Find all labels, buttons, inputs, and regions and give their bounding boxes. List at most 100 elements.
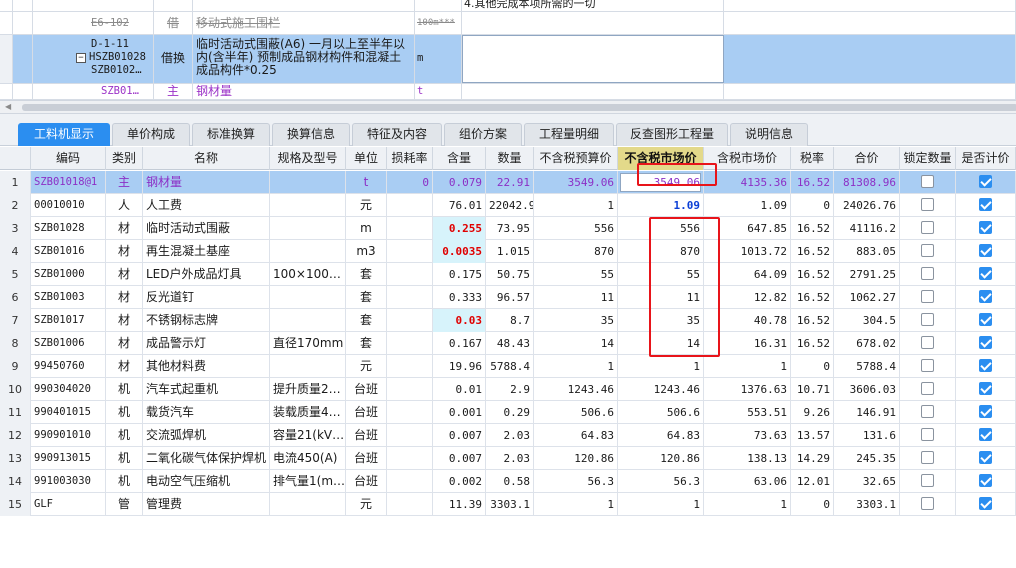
priced-checkbox[interactable] bbox=[979, 428, 992, 441]
unit-cell[interactable]: m bbox=[415, 35, 462, 83]
cell-tax-market-price[interactable]: 73.63 bbox=[704, 424, 791, 447]
cell-tax-market-price[interactable]: 1013.72 bbox=[704, 240, 791, 263]
scrollbar-thumb[interactable] bbox=[22, 104, 1016, 111]
type-cell[interactable]: 借换 bbox=[154, 35, 193, 83]
lock-checkbox[interactable] bbox=[921, 267, 934, 280]
cell-unit[interactable]: 元 bbox=[346, 355, 387, 378]
cell-loss-rate[interactable] bbox=[387, 378, 433, 401]
cell-category[interactable]: 材 bbox=[106, 263, 143, 286]
cell-category[interactable]: 机 bbox=[106, 401, 143, 424]
extra-cell[interactable] bbox=[724, 0, 1016, 11]
lock-checkbox[interactable] bbox=[921, 497, 934, 510]
cell-category[interactable]: 材 bbox=[106, 240, 143, 263]
tab-conversion-info[interactable]: 换算信息 bbox=[272, 123, 350, 146]
cell-loss-rate[interactable] bbox=[387, 263, 433, 286]
cell-spec[interactable]: 提升质量2… bbox=[270, 378, 346, 401]
cell-budget-price[interactable]: 556 bbox=[534, 217, 618, 240]
cell-total[interactable]: 32.65 bbox=[834, 470, 900, 493]
work-content-cell[interactable]: 4.其他完成本项所需的一切 bbox=[462, 0, 724, 11]
priced-checkbox[interactable] bbox=[979, 313, 992, 326]
tab-pricing-plan[interactable]: 组价方案 bbox=[444, 123, 522, 146]
lock-checkbox[interactable] bbox=[921, 198, 934, 211]
header-category[interactable]: 类别 bbox=[106, 147, 143, 170]
cell-tax-rate[interactable]: 16.52 bbox=[791, 286, 834, 309]
code-cell[interactable] bbox=[33, 0, 154, 11]
cell-code[interactable]: GLF bbox=[31, 493, 106, 516]
cell-category[interactable]: 机 bbox=[106, 378, 143, 401]
cell-quantity[interactable]: 2.9 bbox=[486, 378, 534, 401]
cell-market-price[interactable]: 64.83 bbox=[618, 424, 704, 447]
cell-budget-price[interactable]: 64.83 bbox=[534, 424, 618, 447]
cell-budget-price[interactable]: 35 bbox=[534, 309, 618, 332]
cell-code[interactable]: SZB01028 bbox=[31, 217, 106, 240]
cell-spec[interactable] bbox=[270, 240, 346, 263]
cell-code[interactable]: SZB01003 bbox=[31, 286, 106, 309]
cell-tax-market-price[interactable]: 4135.36 bbox=[704, 171, 791, 194]
lock-checkbox[interactable] bbox=[921, 382, 934, 395]
cell-loss-rate[interactable] bbox=[387, 447, 433, 470]
cell-tax-rate[interactable]: 16.52 bbox=[791, 332, 834, 355]
table-row[interactable]: 9 99450760 材其他材料费元 19.96 5788.4 1 1 1 0 5788.4 bbox=[0, 355, 1016, 378]
cell-tax-rate[interactable]: 16.52 bbox=[791, 217, 834, 240]
cell-unit[interactable]: 套 bbox=[346, 286, 387, 309]
cell-name[interactable]: 其他材料费 bbox=[143, 355, 270, 378]
cell-loss-rate[interactable] bbox=[387, 424, 433, 447]
cell-unit[interactable]: 套 bbox=[346, 309, 387, 332]
cell-category[interactable]: 材 bbox=[106, 217, 143, 240]
definition-row[interactable]: 4.其他完成本项所需的一切 bbox=[0, 0, 1016, 12]
table-row[interactable]: 2 00010010 人人工费元 76.01 22042.9 1 1.09 1.09 0 2402… bbox=[0, 194, 1016, 217]
cell-category[interactable]: 机 bbox=[106, 424, 143, 447]
cell-name[interactable]: 再生混凝土基座 bbox=[143, 240, 270, 263]
header-tax-market-price[interactable]: 含税市场价 bbox=[704, 147, 791, 170]
table-row[interactable]: 11 990401015 机载货汽车 装载质量4… 台班 0.001 0.29 506.6 50… bbox=[0, 401, 1016, 424]
cell-quantity[interactable]: 2.03 bbox=[486, 447, 534, 470]
cell-name[interactable]: 反光道钉 bbox=[143, 286, 270, 309]
lock-checkbox[interactable] bbox=[921, 221, 934, 234]
cell-code[interactable]: SZB01018@1 bbox=[31, 171, 106, 194]
cell-quantity[interactable]: 3303.1 bbox=[486, 493, 534, 516]
cell-total[interactable]: 81308.96 bbox=[834, 171, 900, 194]
cell-quantity[interactable]: 2.03 bbox=[486, 424, 534, 447]
cell-spec[interactable]: 排气量1(m… bbox=[270, 470, 346, 493]
cell-spec[interactable] bbox=[270, 355, 346, 378]
cell-budget-price[interactable]: 56.3 bbox=[534, 470, 618, 493]
cell-total[interactable]: 678.02 bbox=[834, 332, 900, 355]
name-cell[interactable] bbox=[193, 0, 415, 11]
cell-tax-rate[interactable]: 16.52 bbox=[791, 240, 834, 263]
cell-tax-rate[interactable]: 16.52 bbox=[791, 309, 834, 332]
header-quantity[interactable]: 数量 bbox=[486, 147, 534, 170]
header-unit[interactable]: 单位 bbox=[346, 147, 387, 170]
cell-spec[interactable]: 容量21(kV… bbox=[270, 424, 346, 447]
cell-content[interactable]: 0.079 bbox=[433, 171, 486, 194]
header-total[interactable]: 合价 bbox=[834, 147, 900, 170]
name-cell[interactable]: 临时活动式围蔽(A6) 一月以上至半年以 内(含半年) 预制成品钢材构件和混凝土… bbox=[193, 35, 415, 83]
header-lock-qty[interactable]: 锁定数量 bbox=[900, 147, 956, 170]
cell-budget-price[interactable]: 1 bbox=[534, 194, 618, 217]
cell-loss-rate[interactable] bbox=[387, 217, 433, 240]
cell-content[interactable]: 11.39 bbox=[433, 493, 486, 516]
cell-tax-rate[interactable]: 9.26 bbox=[791, 401, 834, 424]
cell-category[interactable]: 机 bbox=[106, 470, 143, 493]
cell-code[interactable]: SZB01016 bbox=[31, 240, 106, 263]
cell-market-price[interactable]: 14 bbox=[618, 332, 704, 355]
cell-total[interactable]: 1062.27 bbox=[834, 286, 900, 309]
name-cell[interactable]: 钢材量 bbox=[193, 84, 415, 99]
cell-loss-rate[interactable] bbox=[387, 194, 433, 217]
code-cell[interactable]: D-1-11 − HSZB01028 SZB0102… bbox=[33, 35, 154, 83]
cell-name[interactable]: 成品警示灯 bbox=[143, 332, 270, 355]
cell-loss-rate[interactable] bbox=[387, 470, 433, 493]
extra-cell[interactable] bbox=[724, 12, 1016, 34]
cell-tax-market-price[interactable]: 1 bbox=[704, 493, 791, 516]
cell-quantity[interactable]: 0.29 bbox=[486, 401, 534, 424]
priced-checkbox[interactable] bbox=[979, 221, 992, 234]
code-cell[interactable]: SZB01… bbox=[33, 84, 154, 99]
cell-tax-market-price[interactable]: 40.78 bbox=[704, 309, 791, 332]
cell-category[interactable]: 材 bbox=[106, 332, 143, 355]
work-content-cell[interactable] bbox=[462, 84, 724, 99]
cell-unit[interactable]: m bbox=[346, 217, 387, 240]
cell-spec[interactable]: 电流450(A) bbox=[270, 447, 346, 470]
cell-name[interactable]: 管理费 bbox=[143, 493, 270, 516]
cell-category[interactable]: 机 bbox=[106, 447, 143, 470]
cell-content[interactable]: 0.002 bbox=[433, 470, 486, 493]
cell-total[interactable]: 304.5 bbox=[834, 309, 900, 332]
